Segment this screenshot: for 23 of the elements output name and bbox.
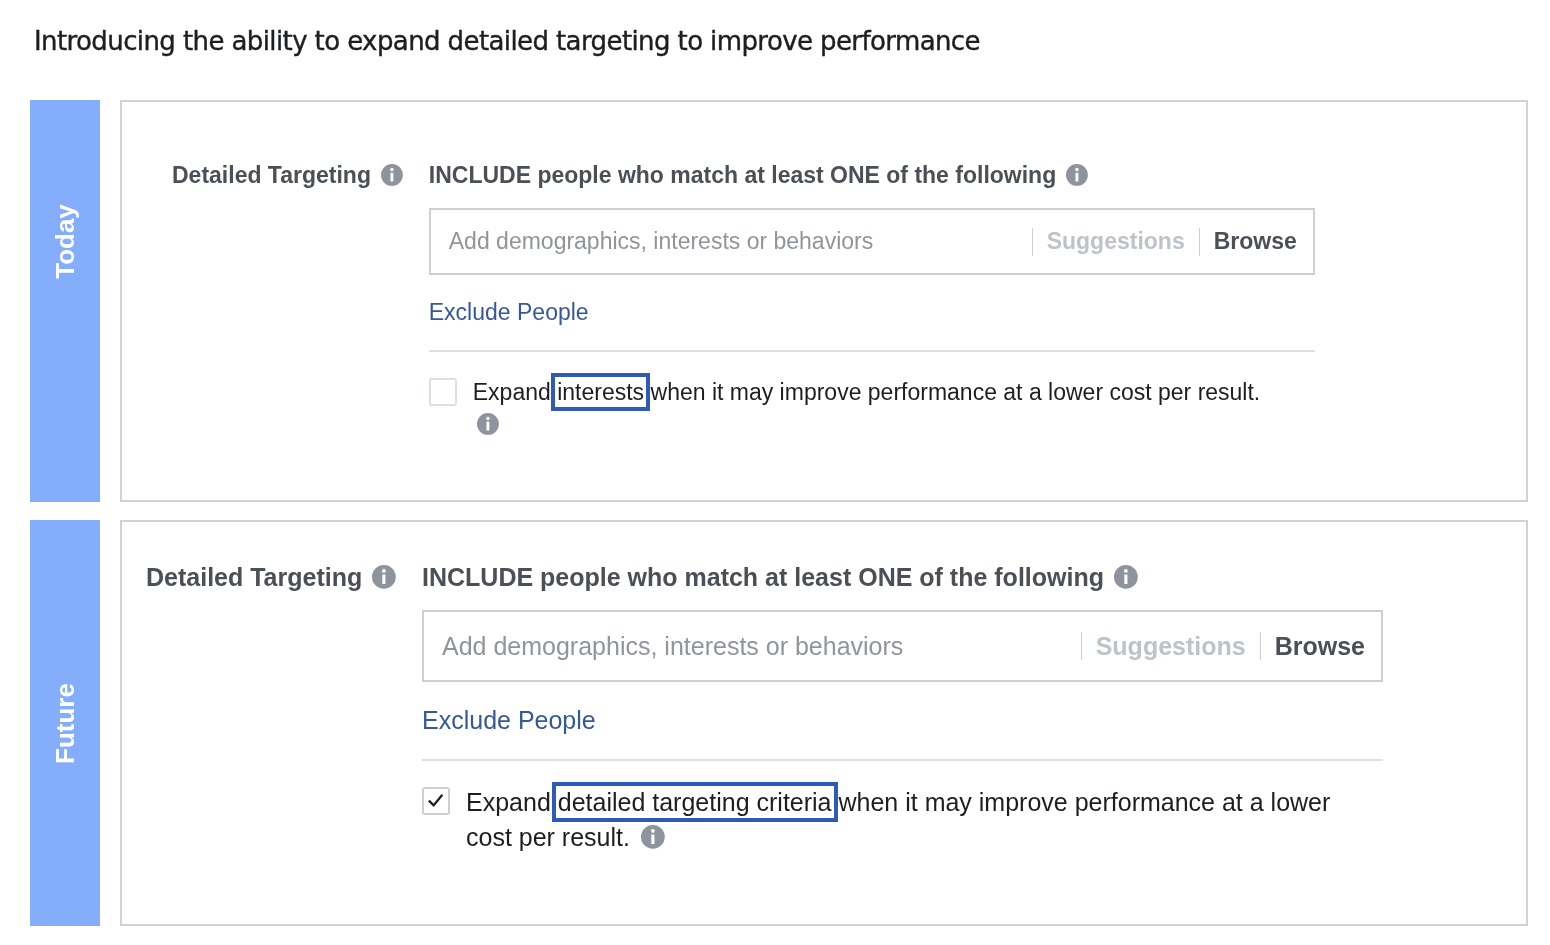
browse-button[interactable]: Browse [1274,631,1365,661]
include-heading: INCLUDE people who match at least ONE of the following [422,562,1104,592]
info-icon[interactable] [1114,565,1138,589]
info-icon[interactable] [1066,164,1089,186]
browse-button[interactable]: Browse [1213,228,1297,255]
checkbox[interactable] [422,787,450,815]
search-field[interactable]: Add demographics, interests or behaviors Suggestions Browse [428,208,1315,275]
exclude-people-link[interactable]: Exclude People [422,706,596,735]
search-field[interactable]: Add demographics, interests or behaviors Suggestions Browse [422,610,1383,682]
checkbox[interactable] [428,378,457,406]
info-icon[interactable] [476,413,499,436]
include-heading: INCLUDE people who match at least ONE of the following [428,161,1057,189]
info-icon[interactable] [380,164,403,186]
exclude-people-link[interactable]: Exclude People [428,299,589,326]
section-label: Detailed Targeting [172,161,371,189]
side-label: Today [49,203,81,279]
expand-option-text: Expand detailed targeting criteria when it may improve performance at a lower cost per result. [466,785,1383,855]
info-icon[interactable] [372,565,396,589]
expand-option-text: Expand interests when it may improve performance at a lower cost per result. [472,376,1273,441]
info-icon[interactable] [640,825,665,849]
page-title: Introducing the ability to expand detailed targeting to improve performance [34,26,981,56]
side-label: Future [49,682,81,764]
section-label: Detailed Targeting [146,562,363,592]
